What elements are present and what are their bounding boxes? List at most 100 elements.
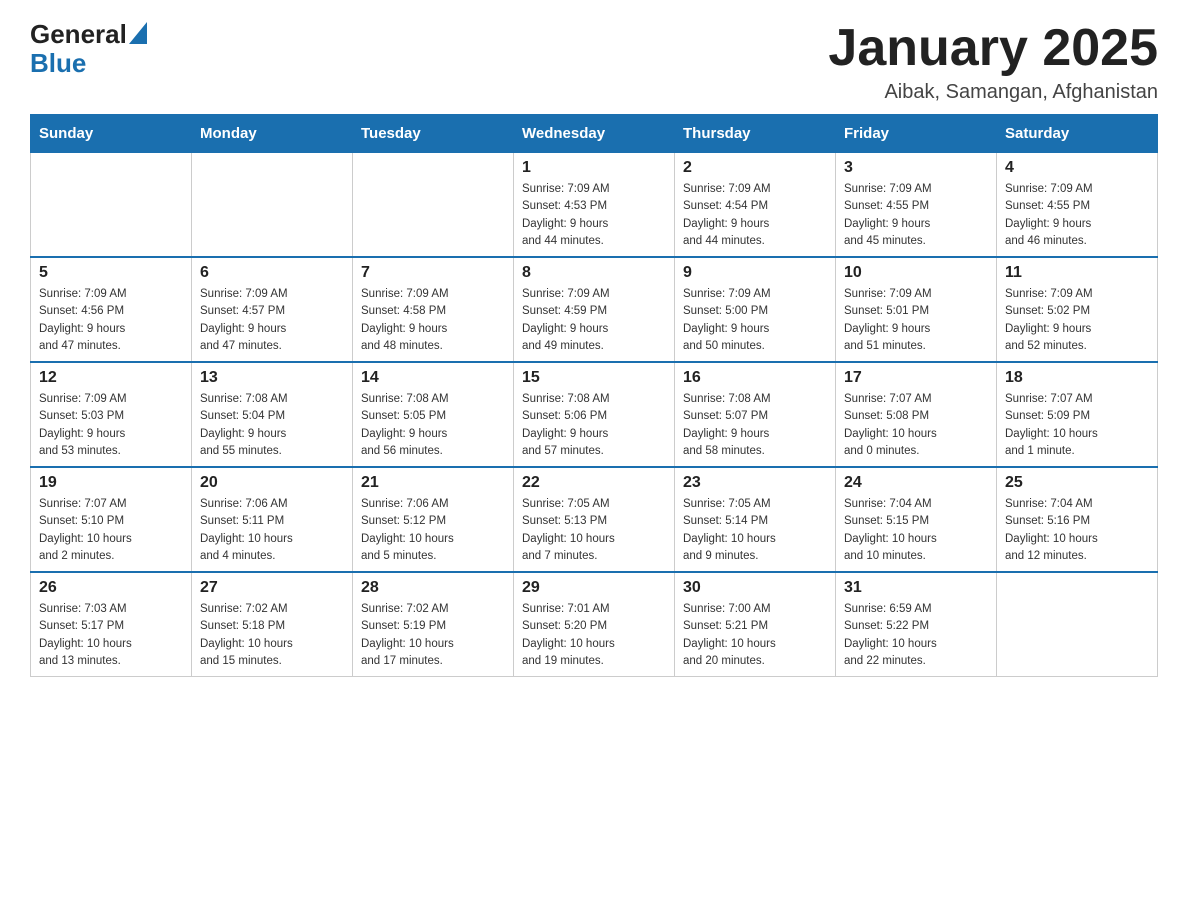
calendar-cell: 23 Sunrise: 7:05 AMSunset: 5:14 PMDayligh… <box>675 467 836 572</box>
day-number: 7 <box>361 264 505 282</box>
calendar-cell: 14Sunrise: 7:08 AMSunset: 5:05 PMDayligh… <box>353 362 514 467</box>
calendar-cell: 2 Sunrise: 7:09 AMSunset: 4:54 PMDaylight… <box>675 153 836 258</box>
day-number: 4 <box>1005 159 1149 177</box>
calendar-cell: 27 Sunrise: 7:02 AMSunset: 5:18 PMDayligh… <box>192 572 353 677</box>
day-info: Sunrise: 7:04 AMSunset: 5:15 PMDaylight:… <box>844 496 988 565</box>
day-number: 21 <box>361 474 505 492</box>
day-info: Sunrise: 7:04 AMSunset: 5:16 PMDaylight:… <box>1005 496 1149 565</box>
day-info: Sunrise: 7:03 AMSunset: 5:17 PMDaylight:… <box>39 601 183 670</box>
calendar-cell: 10 Sunrise: 7:09 AMSunset: 5:01 PMDayligh… <box>836 257 997 362</box>
day-number: 9 <box>683 264 827 282</box>
day-number: 15 <box>522 369 666 387</box>
day-number: 25 <box>1005 474 1149 492</box>
day-info: Sunrise: 7:01 AMSunset: 5:20 PMDaylight:… <box>522 601 666 670</box>
calendar-header-friday: Friday <box>836 115 997 153</box>
calendar-cell: 28 Sunrise: 7:02 AMSunset: 5:19 PMDayligh… <box>353 572 514 677</box>
logo-general-text: General <box>30 20 127 49</box>
day-number: 26 <box>39 579 183 597</box>
calendar-cell: 25 Sunrise: 7:04 AMSunset: 5:16 PMDayligh… <box>997 467 1158 572</box>
calendar-cell: 13Sunrise: 7:08 AMSunset: 5:04 PMDayligh… <box>192 362 353 467</box>
calendar-cell: 7 Sunrise: 7:09 AMSunset: 4:58 PMDaylight… <box>353 257 514 362</box>
calendar-cell: 17 Sunrise: 7:07 AMSunset: 5:08 PMDayligh… <box>836 362 997 467</box>
calendar-cell <box>192 153 353 258</box>
calendar-cell: 22 Sunrise: 7:05 AMSunset: 5:13 PMDayligh… <box>514 467 675 572</box>
day-number: 29 <box>522 579 666 597</box>
calendar-cell: 24 Sunrise: 7:04 AMSunset: 5:15 PMDayligh… <box>836 467 997 572</box>
calendar-cell: 9 Sunrise: 7:09 AMSunset: 5:00 PMDaylight… <box>675 257 836 362</box>
day-number: 18 <box>1005 369 1149 387</box>
day-number: 27 <box>200 579 344 597</box>
day-info: Sunrise: 7:07 AMSunset: 5:09 PMDaylight:… <box>1005 391 1149 460</box>
calendar-header-saturday: Saturday <box>997 115 1158 153</box>
calendar-week-row: 1Sunrise: 7:09 AMSunset: 4:53 PMDaylight… <box>31 153 1158 258</box>
day-info: Sunrise: 6:59 AMSunset: 5:22 PMDaylight:… <box>844 601 988 670</box>
day-info: Sunrise: 7:09 AMSunset: 5:00 PMDaylight:… <box>683 286 827 355</box>
day-info: Sunrise: 7:02 AMSunset: 5:18 PMDaylight:… <box>200 601 344 670</box>
day-info: Sunrise: 7:05 AMSunset: 5:13 PMDaylight:… <box>522 496 666 565</box>
calendar-cell: 26 Sunrise: 7:03 AMSunset: 5:17 PMDayligh… <box>31 572 192 677</box>
title-block: January 2025 Aibak, Samangan, Afghanista… <box>828 20 1158 104</box>
day-info: Sunrise: 7:07 AMSunset: 5:10 PMDaylight:… <box>39 496 183 565</box>
day-number: 13 <box>200 369 344 387</box>
day-number: 20 <box>200 474 344 492</box>
calendar-cell: 1Sunrise: 7:09 AMSunset: 4:53 PMDaylight… <box>514 153 675 258</box>
day-number: 1 <box>522 159 666 177</box>
logo-arrow-icon <box>129 22 147 44</box>
day-info: Sunrise: 7:00 AMSunset: 5:21 PMDaylight:… <box>683 601 827 670</box>
page-title: January 2025 <box>828 20 1158 77</box>
day-number: 5 <box>39 264 183 282</box>
day-number: 8 <box>522 264 666 282</box>
day-info: Sunrise: 7:09 AMSunset: 4:57 PMDaylight:… <box>200 286 344 355</box>
calendar-cell: 29 Sunrise: 7:01 AMSunset: 5:20 PMDayligh… <box>514 572 675 677</box>
calendar-header-monday: Monday <box>192 115 353 153</box>
calendar-cell: 5 Sunrise: 7:09 AMSunset: 4:56 PMDaylight… <box>31 257 192 362</box>
day-info: Sunrise: 7:08 AMSunset: 5:06 PMDaylight:… <box>522 391 666 460</box>
calendar-header-row: SundayMondayTuesdayWednesdayThursdayFrid… <box>31 115 1158 153</box>
calendar-cell: 18 Sunrise: 7:07 AMSunset: 5:09 PMDayligh… <box>997 362 1158 467</box>
calendar-cell <box>31 153 192 258</box>
calendar-header-wednesday: Wednesday <box>514 115 675 153</box>
calendar-cell: 15 Sunrise: 7:08 AMSunset: 5:06 PMDayligh… <box>514 362 675 467</box>
day-number: 2 <box>683 159 827 177</box>
calendar-cell: 19 Sunrise: 7:07 AMSunset: 5:10 PMDayligh… <box>31 467 192 572</box>
day-info: Sunrise: 7:05 AMSunset: 5:14 PMDaylight:… <box>683 496 827 565</box>
day-number: 6 <box>200 264 344 282</box>
calendar-cell <box>353 153 514 258</box>
day-info: Sunrise: 7:06 AMSunset: 5:12 PMDaylight:… <box>361 496 505 565</box>
day-info: Sunrise: 7:09 AMSunset: 4:55 PMDaylight:… <box>1005 181 1149 250</box>
day-number: 30 <box>683 579 827 597</box>
day-info: Sunrise: 7:09 AMSunset: 5:02 PMDaylight:… <box>1005 286 1149 355</box>
day-number: 16 <box>683 369 827 387</box>
day-number: 19 <box>39 474 183 492</box>
calendar-cell: 31Sunrise: 6:59 AMSunset: 5:22 PMDayligh… <box>836 572 997 677</box>
logo: General Blue <box>30 20 147 77</box>
calendar-cell: 21 Sunrise: 7:06 AMSunset: 5:12 PMDayligh… <box>353 467 514 572</box>
day-number: 23 <box>683 474 827 492</box>
day-number: 12 <box>39 369 183 387</box>
calendar-cell: 20Sunrise: 7:06 AMSunset: 5:11 PMDayligh… <box>192 467 353 572</box>
calendar-week-row: 12Sunrise: 7:09 AMSunset: 5:03 PMDayligh… <box>31 362 1158 467</box>
calendar-week-row: 26 Sunrise: 7:03 AMSunset: 5:17 PMDayligh… <box>31 572 1158 677</box>
calendar-cell: 8Sunrise: 7:09 AMSunset: 4:59 PMDaylight… <box>514 257 675 362</box>
day-info: Sunrise: 7:07 AMSunset: 5:08 PMDaylight:… <box>844 391 988 460</box>
day-number: 22 <box>522 474 666 492</box>
calendar-cell: 11Sunrise: 7:09 AMSunset: 5:02 PMDayligh… <box>997 257 1158 362</box>
calendar-cell: 16Sunrise: 7:08 AMSunset: 5:07 PMDayligh… <box>675 362 836 467</box>
calendar-cell: 6 Sunrise: 7:09 AMSunset: 4:57 PMDaylight… <box>192 257 353 362</box>
day-number: 24 <box>844 474 988 492</box>
day-info: Sunrise: 7:09 AMSunset: 4:58 PMDaylight:… <box>361 286 505 355</box>
calendar-week-row: 5 Sunrise: 7:09 AMSunset: 4:56 PMDaylight… <box>31 257 1158 362</box>
calendar-table: SundayMondayTuesdayWednesdayThursdayFrid… <box>30 114 1158 677</box>
day-number: 3 <box>844 159 988 177</box>
day-number: 17 <box>844 369 988 387</box>
day-info: Sunrise: 7:02 AMSunset: 5:19 PMDaylight:… <box>361 601 505 670</box>
subtitle: Aibak, Samangan, Afghanistan <box>828 81 1158 104</box>
logo-blue-text: Blue <box>30 49 147 78</box>
day-info: Sunrise: 7:09 AMSunset: 4:56 PMDaylight:… <box>39 286 183 355</box>
day-info: Sunrise: 7:09 AMSunset: 5:01 PMDaylight:… <box>844 286 988 355</box>
calendar-cell <box>997 572 1158 677</box>
day-info: Sunrise: 7:09 AMSunset: 4:55 PMDaylight:… <box>844 181 988 250</box>
day-number: 10 <box>844 264 988 282</box>
day-number: 28 <box>361 579 505 597</box>
day-info: Sunrise: 7:09 AMSunset: 4:54 PMDaylight:… <box>683 181 827 250</box>
